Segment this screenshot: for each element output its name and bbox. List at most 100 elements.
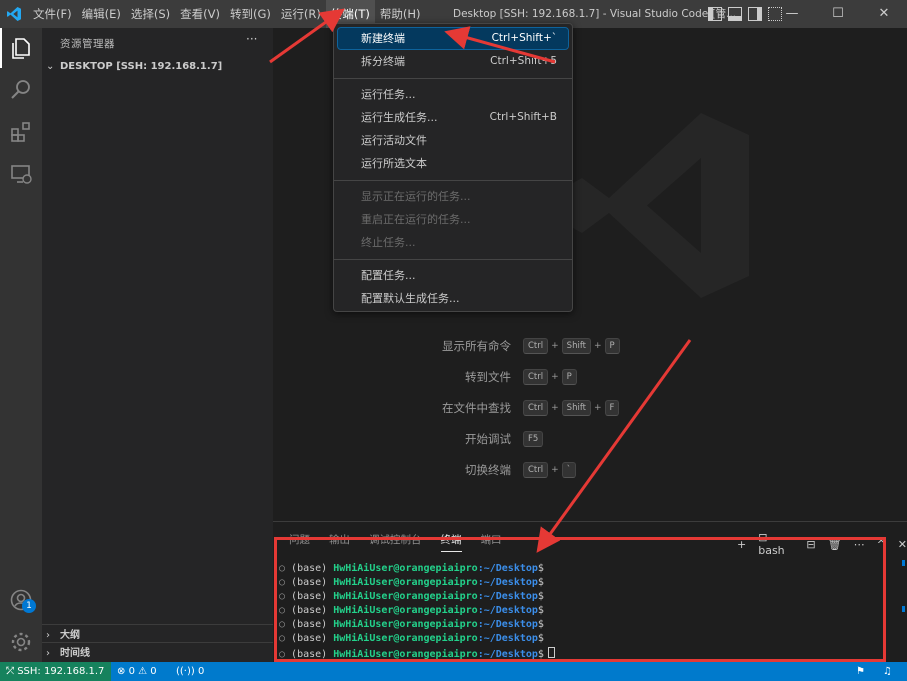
notifications-bell-icon[interactable]: ♫ [883,662,892,681]
plus-sign: + [551,403,559,413]
prompt-symbol: $ [537,648,544,660]
terminal-line: ○ (base) HwHiAiUser@orangepiaipro:~/Desk… [279,576,555,590]
user-host: HwHiAiUser@orangepiaipro [333,563,478,574]
menu-item[interactable]: 文件(F) [28,0,77,28]
panel-tab[interactable]: 终端 [440,532,462,552]
terminal-menu-item[interactable]: 运行任务... [338,84,568,105]
menu-item[interactable]: 查看(V) [175,0,225,28]
conda-env: (base) [291,619,328,631]
settings-gear-icon[interactable] [9,630,33,654]
command-decoration-icon: ○ [279,619,292,631]
panel-tab[interactable]: 问题 [289,532,310,552]
remote-label: SSH: 192.168.1.7 [17,666,105,677]
outline-section-label: 大纲 [60,630,80,641]
new-terminal-icon[interactable]: + [737,538,746,551]
search-icon[interactable] [9,78,33,102]
shortcut-keys: Ctrl + ` [523,462,576,478]
terminal-menu-item[interactable]: 运行活动文件 [338,130,568,151]
prompt-symbol: $ [537,591,544,603]
user-host: HwHiAiUser@orangepiaipro [333,591,478,603]
menu-item[interactable]: 转到(G) [225,0,276,28]
user-host: HwHiAiUser@orangepiaipro [333,633,478,645]
split-terminal-icon[interactable]: ⊟ [806,538,815,551]
menu-item-shortcut: Ctrl+Shift+5 [490,55,557,67]
command-decoration-icon: ○ [279,577,292,589]
cwd-path: :~/Desktop [477,563,538,574]
shortcut-label: 显示所有命令 [442,339,511,353]
terminal-output[interactable]: ○ (base) HwHiAiUser@orangepiaipro:~/Desk… [279,562,555,662]
terminal-line: ○ (base) HwHiAiUser@orangepiaipro:~/Desk… [279,618,555,632]
terminal-menu-item: 终止任务... [338,232,568,253]
cwd-path: :~/Desktop [477,619,538,631]
user-host: HwHiAiUser@orangepiaipro [333,648,478,660]
more-actions-icon[interactable]: ⋯ [854,538,865,551]
cwd-path: :~/Desktop [477,591,538,603]
ports-count: 0 [197,666,205,677]
terminal-menu-item[interactable]: 配置任务... [338,265,568,286]
shortcut-keys: F5 [523,431,544,447]
keycap: Ctrl [523,400,549,416]
panel-tab[interactable]: 调试控制台 [369,532,422,552]
toggle-sidebar-icon[interactable] [708,7,722,21]
menu-item-label: 显示正在运行的任务... [361,190,471,203]
terminal-scrollbar[interactable] [902,560,905,652]
welcome-shortcut-row: 转到文件 Ctrl + P [223,367,577,387]
sidebar-title: 资源管理器 [60,38,115,50]
feedback-icon[interactable]: ⚑ [856,662,865,681]
panel-tabs: 问题 输出 调试控制台 终端 端口 [289,532,502,552]
terminal-selector[interactable]: ⊡ bash [758,531,794,557]
shortcut-label: 在文件中查找 [442,401,511,415]
folder-section[interactable]: ⌄ DESKTOP [SSH: 192.168.1.7] [42,56,273,78]
problems-status[interactable]: ⊗ 0 ⚠ 0 [117,662,157,681]
minimize-button[interactable]: — [769,0,815,28]
vscode-window: 文件(F) 编辑(E) 选择(S) 查看(V) 转到(G) 运行(R) 终端(T) 帮助(H)… [0,0,907,681]
command-decoration-icon: ○ [279,648,292,660]
remote-explorer-icon[interactable] [9,162,33,186]
error-icon: ⊗ [117,666,126,677]
plus-sign: + [551,341,559,351]
kill-terminal-icon[interactable]: 🗑 [828,538,842,551]
close-window-button[interactable]: ✕ [861,0,907,28]
conda-env: (base) [291,648,328,660]
menu-item[interactable]: 选择(S) [126,0,175,28]
menu-item[interactable]: 运行(R) [276,0,326,28]
keycap: Shift [561,338,591,354]
toggle-secondary-sidebar-icon[interactable] [748,7,762,21]
panel-actions: + ⊡ bash ⊟ 🗑 ⋯ ^ ✕ [737,531,907,557]
shortcut-label: 转到文件 [465,370,511,384]
prompt-symbol: $ [537,577,544,589]
maximize-button[interactable]: ☐ [815,0,861,28]
menu-item[interactable]: 编辑(E) [77,0,126,28]
shortcut-keys: Ctrl + P [523,369,577,385]
terminal-menu-item[interactable]: 拆分终端 Ctrl+Shift+5 [338,51,568,72]
terminal-name: bash [758,544,785,557]
explorer-icon[interactable] [9,36,33,60]
terminal-menu-item[interactable]: 运行生成任务... Ctrl+Shift+B [338,107,568,128]
menu-separator [334,180,572,181]
window-controls: — ☐ ✕ [769,0,907,28]
extensions-icon[interactable] [9,120,33,144]
menu-separator [334,78,572,79]
sidebar-more-actions[interactable]: ··· [246,32,257,46]
panel-tab[interactable]: 端口 [481,532,502,552]
welcome-shortcut-row: 在文件中查找 Ctrl + Shift + F [223,398,620,418]
remote-indicator[interactable]: ⤱ SSH: 192.168.1.7 [0,662,112,681]
terminal-menu-item[interactable]: 配置默认生成任务... [338,288,568,309]
toggle-panel-icon[interactable] [728,7,742,21]
terminal-menu-item[interactable]: 新建终端 Ctrl+Shift+` [337,27,569,50]
maximize-panel-icon[interactable]: ^ [877,538,886,551]
menu-item-label: 配置任务... [361,269,416,282]
panel-tab[interactable]: 输出 [329,532,350,552]
keycap: Ctrl [523,462,549,478]
close-panel-icon[interactable]: ✕ [898,538,907,551]
menu-item-shortcut: Ctrl+Shift+B [489,111,557,123]
keycap: Shift [561,400,591,416]
terminal-line: ○ (base) HwHiAiUser@orangepiaipro:~/Desk… [279,562,555,576]
timeline-section[interactable]: › 时间线 [42,642,273,664]
terminal-menu-item[interactable]: 运行所选文本 [338,153,568,174]
welcome-shortcut-row: 显示所有命令 Ctrl + Shift + P [223,336,620,356]
keycap: Ctrl [523,338,549,354]
keycap: F5 [523,431,544,447]
ports-status[interactable]: ((·)) 0 [176,662,204,681]
terminal-menu-item: 重启正在运行的任务... [338,209,568,230]
